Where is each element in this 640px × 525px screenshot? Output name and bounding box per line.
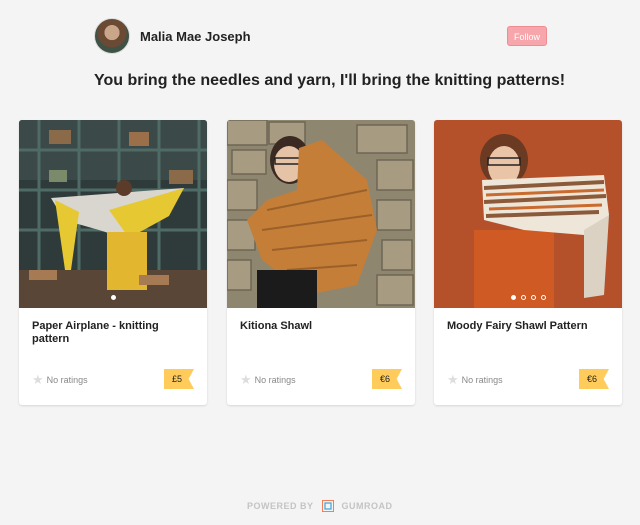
carousel-dots [434,295,622,300]
footer: POWERED BY GUMROAD [247,500,393,512]
price-tag: £5 [164,369,194,389]
product-card[interactable]: Moody Fairy Shawl Pattern ★ No ratings €… [434,120,622,405]
creator-name[interactable]: Malia Mae Joseph [140,29,251,44]
product-title[interactable]: Moody Fairy Shawl Pattern [447,320,607,333]
product-image[interactable] [434,120,622,308]
avatar[interactable] [94,18,130,54]
price-tag: €6 [372,369,402,389]
product-image[interactable] [19,120,207,308]
page-title: You bring the needles and yarn, I'll bri… [94,72,566,89]
rating-text: No ratings [46,374,88,385]
carousel-dot[interactable] [110,295,116,300]
shawl-photo-icon [19,120,207,308]
shawl-photo-icon [434,120,622,308]
gumroad-brand[interactable]: GUMROAD [342,501,393,511]
rating-text: No ratings [254,374,296,385]
star-icon: ★ [447,372,459,387]
rating: ★ No ratings [32,373,88,386]
gumroad-logo-icon[interactable] [321,500,334,512]
rating-text: No ratings [461,374,503,385]
carousel-dot[interactable] [510,295,516,300]
product-card[interactable]: Paper Airplane - knitting pattern ★ No r… [19,120,207,405]
product-title[interactable]: Kitiona Shawl [240,320,400,333]
star-icon: ★ [240,372,252,387]
price-tag: €6 [579,369,609,389]
creator-profile: Malia Mae Joseph [94,18,251,54]
follow-button[interactable]: Follow [507,26,547,46]
carousel-dot[interactable] [530,295,536,300]
powered-by-label: POWERED BY [247,501,314,511]
carousel-dot[interactable] [520,295,526,300]
rating: ★ No ratings [447,373,503,386]
carousel-dot[interactable] [540,295,546,300]
product-title[interactable]: Paper Airplane - knitting pattern [32,320,192,346]
shawl-photo-icon [227,120,415,308]
star-icon: ★ [32,372,44,387]
product-card[interactable]: Kitiona Shawl ★ No ratings €6 [227,120,415,405]
carousel-dots [19,295,207,300]
rating: ★ No ratings [240,373,296,386]
product-image[interactable] [227,120,415,308]
